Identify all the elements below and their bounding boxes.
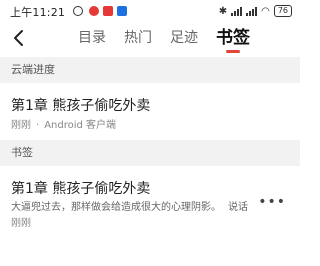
cloud-progress-section-header: 云端进度	[0, 57, 300, 83]
header: 目录 热门 足迹 书签	[0, 22, 300, 56]
signal-icon	[231, 6, 243, 16]
tab-bookmarks[interactable]: 书签	[216, 28, 250, 53]
tab-bar: 目录 热门 足迹 书签	[78, 28, 250, 53]
bookmark-excerpt: 大逼兜过去，那样做会给造成很大的心理阴影。	[11, 202, 221, 213]
tab-catalog[interactable]: 目录	[78, 28, 106, 48]
cloud-progress-time: 刚刚	[11, 120, 31, 131]
cloud-progress-device: Android 客户端	[44, 120, 117, 131]
bookmark-chapter-title: 第1章 熊孩子偷吃外卖	[11, 181, 151, 197]
cloud-progress-meta: 刚刚 · Android 客户端	[11, 116, 116, 131]
bookmark-item[interactable]: 第1章 熊孩子偷吃外卖 大逼兜过去，那样做会给造成很大的心理阴影。 说话 •••…	[0, 166, 300, 266]
status-bar: 上午11:21 ✱ ◠ 76	[0, 0, 300, 22]
app-notification-icon	[117, 6, 127, 16]
app-notification-icon	[89, 6, 99, 16]
tab-hot[interactable]: 热门	[124, 28, 152, 48]
wifi-icon: ◠	[261, 5, 270, 17]
bookmarks-section-header: 书签	[0, 140, 300, 166]
more-horizontal-icon[interactable]: •••	[258, 194, 286, 210]
tab-footprint[interactable]: 足迹	[170, 28, 198, 48]
battery-indicator: 76	[273, 5, 292, 17]
app-notification-icon	[103, 6, 113, 16]
status-time: 上午11:21	[10, 6, 66, 19]
signal-icon	[246, 6, 258, 16]
bluetooth-icon: ✱	[218, 5, 228, 17]
cloud-progress-chapter-title: 第1章 熊孩子偷吃外卖	[11, 98, 151, 114]
bookmark-time: 刚刚	[11, 218, 31, 229]
bookmark-excerpt-more: 说话	[228, 202, 248, 213]
chevron-left-icon[interactable]	[10, 28, 30, 48]
tab-bookmarks-label: 书签	[216, 28, 250, 48]
active-tab-indicator	[226, 50, 240, 53]
cloud-progress-item[interactable]: 第1章 熊孩子偷吃外卖 刚刚 · Android 客户端	[0, 83, 300, 140]
separator-dot: ·	[36, 120, 40, 131]
alarm-icon	[73, 6, 83, 16]
status-indicators: ✱ ◠ 76	[219, 4, 292, 18]
